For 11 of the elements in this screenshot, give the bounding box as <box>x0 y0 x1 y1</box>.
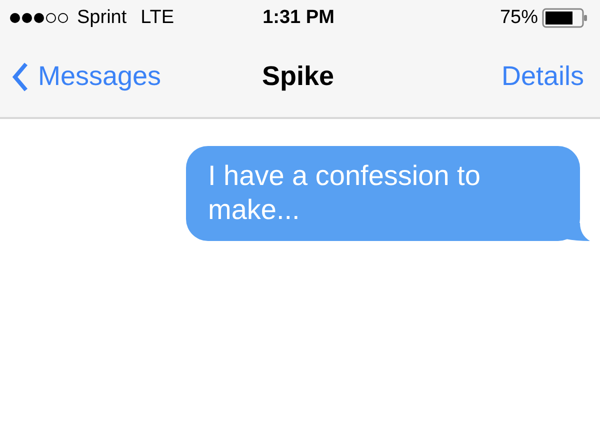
signal-icon <box>9 12 71 24</box>
chevron-icon <box>12 62 28 92</box>
details-button[interactable]: Details <box>501 61 584 92</box>
battery-percent: 75% <box>500 7 538 29</box>
carrier-name: Sprint <box>77 7 127 29</box>
status-time: 1:31 PM <box>262 7 334 29</box>
conversation-title: Spike <box>262 61 334 92</box>
back-button[interactable]: Messages <box>12 61 162 92</box>
network-type: LTE <box>140 7 174 29</box>
bubble-tail <box>566 223 590 241</box>
battery-icon <box>542 8 588 28</box>
